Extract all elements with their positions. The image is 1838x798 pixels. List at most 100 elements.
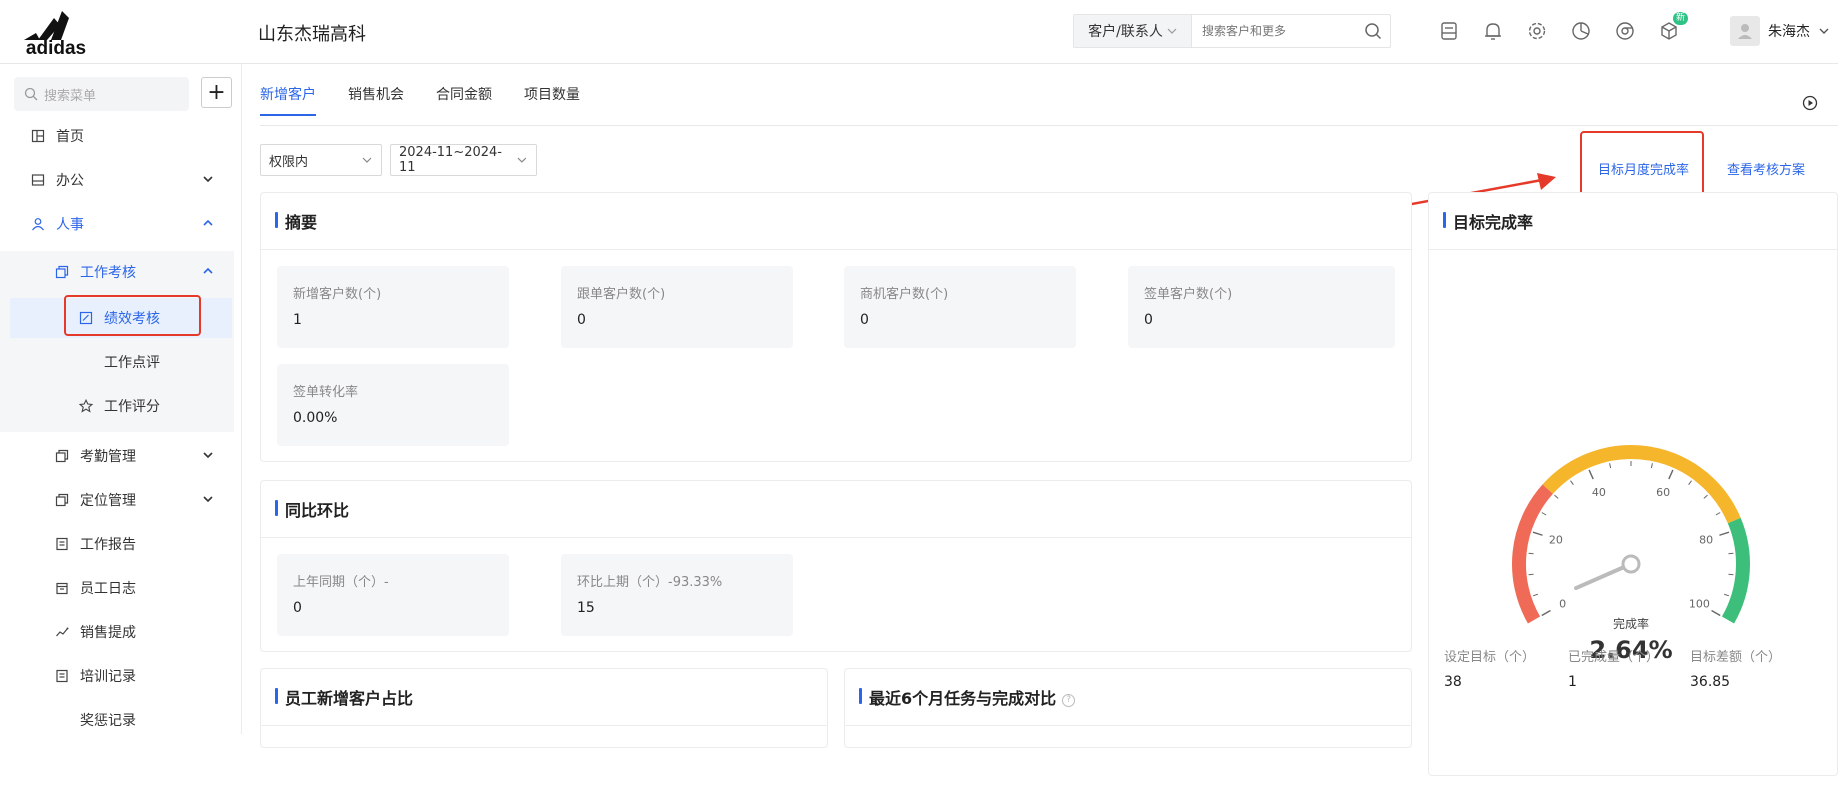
chevron-up-icon [203,267,213,274]
sidebar-item-hr[interactable]: 人事 [0,204,234,244]
sidebar-item-label: 人事 [56,217,84,233]
sidebar-item-label: 奖惩记录 [80,713,136,729]
tab-project-count[interactable]: 项目数量 [524,84,580,116]
divider [261,725,827,726]
gauge-footer-value: 36.85 [1690,674,1731,690]
stat-label: 跟单客户数(个) [577,287,666,302]
stat-label: 签单客户数(个) [1144,287,1233,302]
sidebar-item-staff-log[interactable]: 员工日志 [0,568,234,608]
sidebar-item-label: 工作评分 [104,399,160,415]
user-menu[interactable]: 朱海杰 [1730,16,1830,46]
tab-new-customers[interactable]: 新增客户 [260,84,316,116]
gauge-tick [1528,573,1534,576]
stat-card: 商机客户数(个) 0 [844,266,1076,348]
main-content: 新增客户 销售机会 合同金额 项目数量 权限内 2024-11~2024-11 … [242,64,1838,776]
gauge-tick-label: 80 [1699,534,1713,547]
office-icon [30,172,46,188]
gauge-band-green [1721,517,1750,624]
sidebar-item-label: 首页 [56,129,84,145]
date-range-value: 2024-11~2024-11 [399,145,502,175]
gauge-tick [1650,463,1653,469]
inbox-icon[interactable] [1438,20,1460,42]
gauge-band-red [1512,484,1554,624]
gauge-tick [1668,469,1674,480]
gauge-tick [1528,552,1534,555]
tab-contract-amount[interactable]: 合同金额 [436,84,492,116]
divider [845,725,1411,726]
stat-value: 0 [860,312,869,328]
gauge-footer-label: 目标差额（个） [1690,650,1782,665]
sidebar-item-work-report[interactable]: 工作报告 [0,524,234,564]
scope-select[interactable]: 权限内 [260,144,382,176]
employee-share-title: 员工新增客户占比 [275,685,413,709]
stat-value: 0 [1144,312,1153,328]
gauge-tick-label: 100 [1689,598,1710,611]
sidebar-item-rewards[interactable]: 奖惩记录 [0,700,234,740]
new-badge: 新 [1672,12,1688,25]
gear-icon[interactable] [1526,20,1548,42]
search-type-select[interactable]: 客户/联系人 [1074,15,1192,47]
search-button[interactable] [1356,15,1390,47]
trend-icon [54,624,70,640]
stat-value: 15 [577,600,595,616]
help-icon[interactable]: ? [1062,694,1076,707]
gauge-footer-value: 38 [1444,674,1462,690]
tab-sales-opportunities[interactable]: 销售机会 [348,84,404,116]
sidebar-item-label: 定位管理 [80,493,136,509]
menu-search-input[interactable]: 搜索菜单 [14,77,189,111]
gauge-tick [1570,480,1574,486]
menu-search-placeholder: 搜索菜单 [44,88,97,104]
copy-icon [54,492,70,508]
sidebar-item-training[interactable]: 培训记录 [0,656,234,696]
cube-icon[interactable]: 新 [1658,12,1688,42]
scope-select-value: 权限内 [269,154,309,170]
sidebar-item-work-score[interactable]: 工作评分 [0,386,234,426]
highlight-box [64,295,201,336]
grid-icon [30,128,46,144]
gauge-tick [1711,609,1721,617]
sidebar-item-label: 销售提成 [80,625,136,641]
logo-text: adidas [26,38,86,56]
stat-label: 上年同期（个）- [293,575,389,590]
divider [261,249,1411,250]
add-button[interactable]: + [201,77,232,108]
gauge-tick [1588,469,1594,480]
date-range-select[interactable]: 2024-11~2024-11 [390,144,537,176]
recent-six-title-text: 最近6个月任务与完成对比 [869,689,1057,708]
plus-icon: + [207,79,226,105]
copy-icon [54,448,70,464]
gauge-footer-label: 已完成量（个） [1568,650,1660,665]
sidebar-item-work-assessment[interactable]: 工作考核 [0,252,234,292]
stat-value: 1 [293,312,302,328]
stat-value: 0 [577,312,586,328]
sidebar-item-sales-commission[interactable]: 销售提成 [0,612,234,652]
company-name: 山东杰瑞高科 [258,24,366,45]
pie-chart-icon[interactable] [1570,20,1592,42]
stat-card: 新增客户数(个) 1 [277,266,509,348]
adidas-logo[interactable]: adidas [16,6,96,56]
stat-card: 环比上期（个）-93.33% 15 [561,554,793,636]
sidebar-item-label: 员工日志 [80,581,136,597]
top-bar: adidas 山东杰瑞高科 客户/联系人 新 [0,0,1838,64]
sidebar-item-label: 工作报告 [80,537,136,553]
gauge-footer-label: 设定目标（个） [1444,650,1536,665]
sidebar-item-work-review[interactable]: 工作点评 [0,342,234,382]
bell-icon[interactable] [1482,20,1504,42]
gauge-tick [1703,494,1708,499]
chevron-down-icon [1167,28,1177,34]
stat-card: 签单客户数(个) 0 [1128,266,1395,348]
summary-card: 摘要 新增客户数(个) 1 跟单客户数(个) 0 商机客户数(个) 0 签单客户… [260,192,1412,462]
gauge-footer-value: 1 [1568,674,1577,690]
chevron-down-icon [1819,28,1829,34]
gauge-tick [1728,573,1734,576]
chevron-down-icon [203,496,213,503]
sidebar-item-office[interactable]: 办公 [0,160,234,200]
sidebar-item-location[interactable]: 定位管理 [0,480,234,520]
browser-icon[interactable] [1614,20,1636,42]
chevron-down-icon [203,452,213,459]
sidebar-item-attendance[interactable]: 考勤管理 [0,436,234,476]
stat-card: 上年同期（个）- 0 [277,554,509,636]
gauge-tick [1719,531,1730,536]
sidebar-item-home[interactable]: 首页 [0,116,234,156]
search-input[interactable] [1192,16,1356,46]
